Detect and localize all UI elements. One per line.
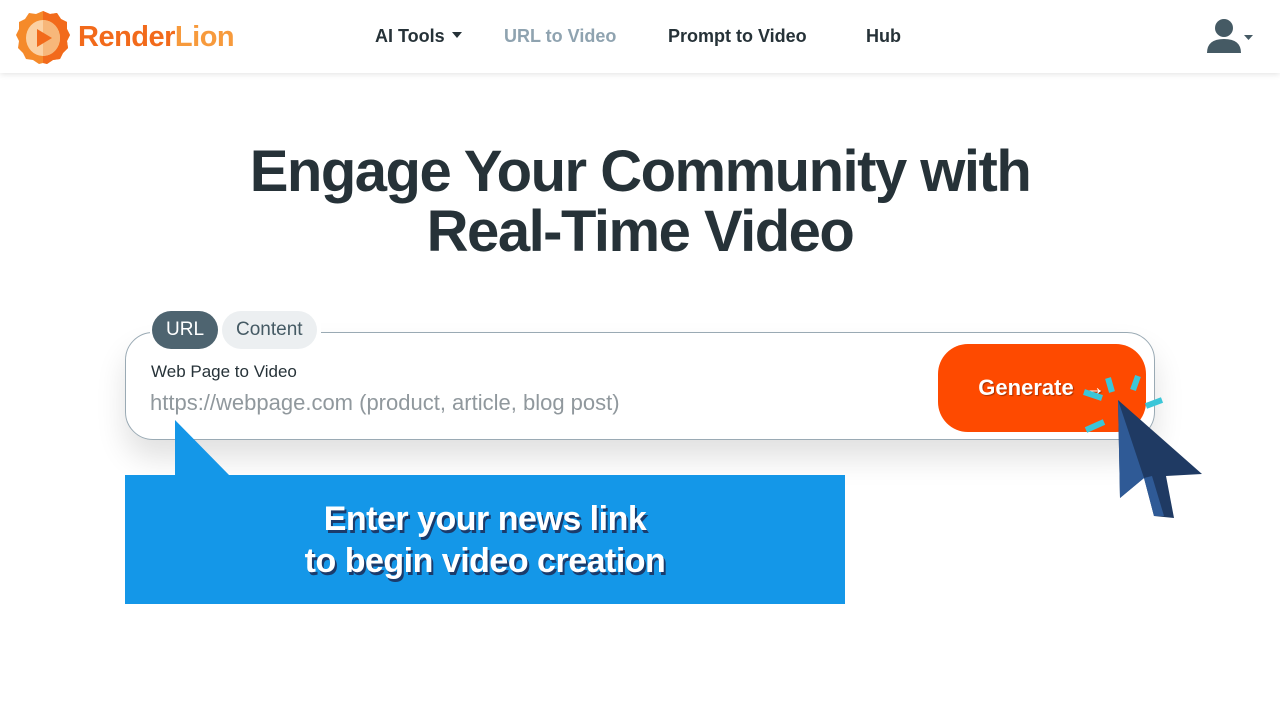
callout-line2: to begin video creation bbox=[304, 541, 666, 580]
logo-text: RenderLion bbox=[78, 20, 235, 53]
logo[interactable]: RenderLion bbox=[14, 8, 235, 66]
nav-ai-tools[interactable]: AI Tools bbox=[375, 26, 462, 47]
pointer-cursor-icon bbox=[1083, 374, 1202, 518]
callout-line1: Enter your news link bbox=[323, 499, 647, 538]
input-mode-tabs: URL Content bbox=[150, 311, 321, 349]
top-navbar: RenderLion AI Tools URL to Video Prompt … bbox=[0, 0, 1280, 73]
field-label: Web Page to Video bbox=[151, 362, 297, 381]
caret-down-icon bbox=[1244, 35, 1253, 40]
hero-title-line1: Engage Your Community with bbox=[249, 139, 1032, 204]
url-input[interactable] bbox=[150, 388, 910, 418]
tab-url[interactable]: URL bbox=[152, 311, 219, 349]
callout-tail bbox=[175, 420, 230, 476]
nav-hub[interactable]: Hub bbox=[866, 26, 901, 47]
hero-title: Engage Your Community with Real-Time Vid… bbox=[0, 142, 1280, 262]
user-icon bbox=[1207, 19, 1241, 53]
generate-label: Generate bbox=[978, 375, 1074, 400]
nav-url-to-video[interactable]: URL to Video bbox=[504, 26, 616, 47]
instruction-callout: Enter your news link to begin video crea… bbox=[125, 475, 845, 604]
caret-down-icon bbox=[451, 32, 462, 39]
tab-content[interactable]: Content bbox=[222, 311, 317, 349]
lion-play-logo-icon bbox=[16, 11, 70, 64]
callout-text: Enter your news link to begin video crea… bbox=[305, 498, 666, 582]
nav-prompt-to-video[interactable]: Prompt to Video bbox=[668, 26, 807, 47]
user-menu-button[interactable] bbox=[1204, 18, 1254, 56]
hero-title-line2: Real-Time Video bbox=[426, 199, 855, 264]
nav-ai-tools-label: AI Tools bbox=[375, 26, 445, 46]
